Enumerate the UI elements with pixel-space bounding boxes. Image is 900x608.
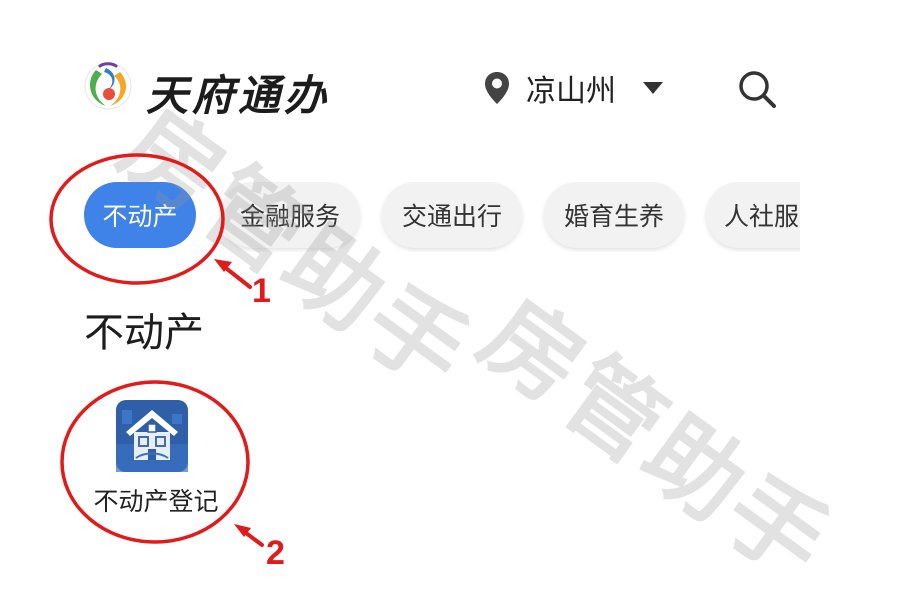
annotation-arrow-1 (214, 259, 252, 289)
tab-social-security[interactable]: 人社服 (706, 182, 800, 248)
annotation-step-1: 1 (252, 272, 271, 310)
location-pin-icon (485, 72, 509, 104)
location-selector[interactable]: 凉山州 (484, 66, 664, 110)
service-label: 不动产登记 (93, 487, 219, 516)
tab-transportation[interactable]: 交通出行 (382, 182, 522, 248)
section-title: 不动产 (84, 310, 204, 356)
category-tabs: 不动产 金融服务 交通出行 婚育生养 人社服 (0, 182, 800, 252)
location-city: 凉山州 (526, 74, 616, 109)
app-title: 天府通办 (146, 71, 331, 120)
watermark-text: 房管助手 (461, 277, 851, 604)
search-icon[interactable] (736, 68, 778, 110)
tab-marriage-childbirth[interactable]: 婚育生养 (544, 182, 684, 248)
house-registration-icon (116, 400, 188, 472)
caret-down-icon (643, 82, 663, 94)
annotation-step-2: 2 (266, 534, 285, 572)
tab-financial-services[interactable]: 金融服务 (220, 182, 360, 248)
tab-real-estate[interactable]: 不动产 (84, 182, 196, 248)
annotation-arrow-2 (234, 524, 264, 547)
service-item-real-estate-registration[interactable]: 不动产登记 (76, 398, 236, 528)
tianfu-logo-icon (84, 62, 132, 110)
